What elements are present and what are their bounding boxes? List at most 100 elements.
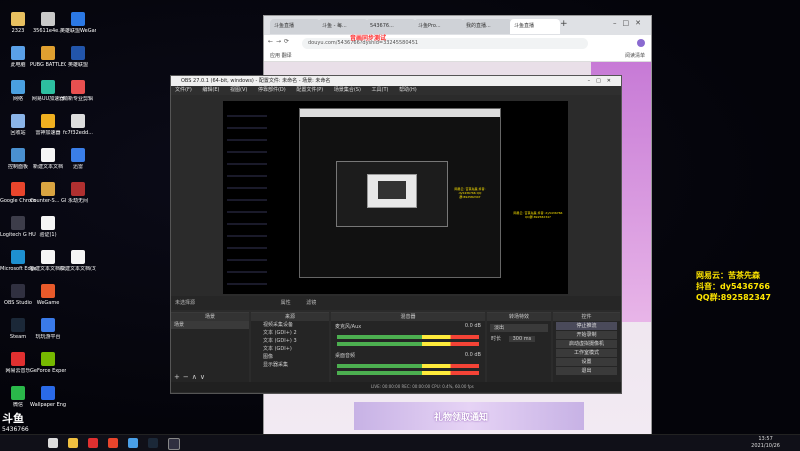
taskbar-clock[interactable]: 13:57 2021/10/26 xyxy=(751,436,780,450)
app-icon xyxy=(71,114,85,128)
source-item[interactable]: 显示器采集 xyxy=(251,361,329,369)
desktop-icon[interactable]: 新建文本文档(3) xyxy=(60,250,96,272)
app-icon xyxy=(11,12,25,26)
browser-tab-active[interactable]: 斗鱼直播 xyxy=(510,19,560,34)
sources-dock: 来源 视频采集设备 文本 (GDI+) 2 文本 (GDI+) 3 文本 (GD… xyxy=(251,312,329,383)
app-icon xyxy=(11,114,25,128)
transitions-title: 转场特效 xyxy=(487,313,551,321)
desktop-icon[interactable]: WeGame xyxy=(30,284,66,306)
obs-window[interactable]: OBS 27.0.1 (64-bit, windows) - 配置文件: 未命名… xyxy=(170,75,622,394)
file-explorer-icon[interactable] xyxy=(68,438,78,448)
clock-time: 13:57 xyxy=(758,436,773,442)
browser-tab[interactable]: 543676... xyxy=(366,19,416,34)
desktop-icon-label: 萌新专业剪辑 xyxy=(62,96,93,102)
menu-tools[interactable]: 工具(T) xyxy=(372,87,389,93)
volume-slider[interactable] xyxy=(337,371,479,375)
netease-music-icon[interactable] xyxy=(88,438,98,448)
app-icon xyxy=(41,12,55,26)
search-icon[interactable] xyxy=(48,438,58,448)
exit-button[interactable]: 退出 xyxy=(556,367,617,375)
desktop-icon[interactable]: GeForce Experience xyxy=(30,352,66,374)
bookmarks-left[interactable]: 应用 翻译 xyxy=(270,53,292,59)
promo-line: 抖音：dy5436766 xyxy=(696,282,770,291)
desktop-icon-label: Wallpaper Engine: ... xyxy=(30,402,66,408)
reading-list[interactable]: 阅读清单 xyxy=(625,51,645,61)
obs-title: OBS 27.0.1 (64-bit, windows) - 配置文件: 未命名… xyxy=(181,78,331,84)
desktop-icon[interactable]: 玩玩游平台 xyxy=(30,318,66,340)
desktop-icon[interactable]: 萌新专业剪辑 xyxy=(60,80,96,102)
source-item[interactable]: 文本 (GDI+) 2 xyxy=(251,329,329,337)
desktop-icon[interactable]: 永劫无间 xyxy=(60,182,96,204)
browser-tab[interactable]: 斗鱼 - 每... xyxy=(318,19,368,34)
desktop-icon-label: fc7f32edd... xyxy=(62,130,93,136)
desktop-icon[interactable]: fc7f32edd... xyxy=(60,114,96,136)
app-icon xyxy=(41,352,55,366)
obs-source-toolbar: 未选择源 属性 滤镜 xyxy=(171,296,621,310)
chrome-icon[interactable] xyxy=(128,438,138,448)
obs-preview-canvas[interactable]: 网易云: 苦茶先森 抖音: dy5436766 QQ群:892582347 网易… xyxy=(223,101,568,294)
scene-item[interactable]: 场景 xyxy=(171,321,249,329)
nested-promo-text: 网易云: 苦茶先森 抖音: dy5436766 QQ群:892582347 xyxy=(454,187,486,199)
duration-input[interactable]: 300 ms xyxy=(508,336,536,342)
mixer-title: 混音器 xyxy=(331,313,485,321)
menu-docks[interactable]: 停靠部件(D) xyxy=(258,87,286,93)
volume-meter[interactable] xyxy=(337,335,479,339)
track-name: 桌面音频 xyxy=(335,353,356,359)
app-icon xyxy=(71,182,85,196)
source-item[interactable]: 文本 (GDI+) 3 xyxy=(251,337,329,345)
menu-profile[interactable]: 配置文件(P) xyxy=(296,87,323,93)
browser-tab[interactable]: 斗鱼直播 xyxy=(270,19,320,34)
sources-title: 来源 xyxy=(251,313,329,321)
app-icon xyxy=(11,46,25,60)
desktop-icon[interactable]: Wallpaper Engine: ... xyxy=(30,386,66,408)
browser-tab-bar: 斗鱼直播 斗鱼 - 每... 543676... 斗鱼Pro... 我的直播..… xyxy=(264,16,651,35)
audio-mixer-dock: 混音器 麦克风/Aux 0.0 dB 桌面音频 0.0 dB xyxy=(331,312,485,383)
desktop-icon-label: 英雄联盟WeGame版 xyxy=(60,28,96,34)
volume-meter[interactable] xyxy=(337,364,479,368)
app-icon[interactable] xyxy=(108,438,118,448)
menu-file[interactable]: 文件(F) xyxy=(175,87,192,93)
app-icon xyxy=(41,114,55,128)
menu-help[interactable]: 帮助(H) xyxy=(399,87,417,93)
desktop-icon[interactable]: 英雄联盟 xyxy=(60,46,96,68)
source-item[interactable]: 视频采集设备 xyxy=(251,321,329,329)
avatar[interactable] xyxy=(637,39,645,47)
settings-button[interactable]: 设置 xyxy=(556,358,617,366)
filters-button[interactable]: 滤镜 xyxy=(306,300,316,306)
app-icon xyxy=(11,148,25,162)
menu-view[interactable]: 视图(V) xyxy=(230,87,247,93)
transition-select[interactable]: 淡出 xyxy=(490,324,548,332)
source-item[interactable]: 图像 xyxy=(251,353,329,361)
window-controls-icon[interactable]: –□✕ xyxy=(613,19,647,27)
source-item[interactable]: 文本 (GDI+) xyxy=(251,345,329,353)
steam-icon[interactable] xyxy=(148,438,158,448)
nested-obs xyxy=(336,161,448,227)
studio-mode-button[interactable]: 工作室模式 xyxy=(556,349,617,357)
nested-desktop-icons xyxy=(227,105,267,285)
browser-tab[interactable]: 我的直播... xyxy=(462,19,512,34)
desktop-icon[interactable]: 验证(1) xyxy=(30,216,66,238)
menu-edit[interactable]: 编辑(E) xyxy=(202,87,219,93)
app-icon xyxy=(71,46,85,60)
obs-icon[interactable] xyxy=(168,438,180,450)
url-input[interactable]: douyu.com/5436766?dyshid=33245580451 xyxy=(302,38,588,49)
desktop-icon[interactable]: 迅雷 xyxy=(60,148,96,170)
app-icon xyxy=(11,318,25,332)
stop-streaming-button[interactable]: 停止推流 xyxy=(556,322,617,330)
properties-button[interactable]: 属性 xyxy=(281,300,291,306)
virtual-camera-button[interactable]: 启动虚拟摄像机 xyxy=(556,340,617,348)
obs-window-controls-icon[interactable]: –□✕ xyxy=(588,76,617,86)
menu-scene-collection[interactable]: 场景集合(S) xyxy=(334,87,361,93)
browser-tab[interactable]: 斗鱼Pro... xyxy=(414,19,464,34)
new-tab-icon[interactable]: + xyxy=(560,19,568,29)
douyu-logo: 斗鱼 5436766 xyxy=(2,413,42,435)
app-icon xyxy=(11,182,25,196)
gift-banner[interactable]: 礼物领取通知 xyxy=(354,402,584,430)
desktop-icon[interactable]: 英雄联盟WeGame版 xyxy=(60,12,96,34)
promo-line: QQ群:892582347 xyxy=(696,293,771,302)
desktop-icon-label: 永劫无间 xyxy=(67,198,88,204)
scene-controls-icon[interactable]: +−∧∨ xyxy=(174,373,208,381)
promo-overlay: 网易云：苦茶先森 抖音：dy5436766 QQ群:892582347 xyxy=(696,270,800,303)
nav-arrows-icon[interactable]: ←→⟳ xyxy=(268,38,292,45)
start-recording-button[interactable]: 开始录制 xyxy=(556,331,617,339)
